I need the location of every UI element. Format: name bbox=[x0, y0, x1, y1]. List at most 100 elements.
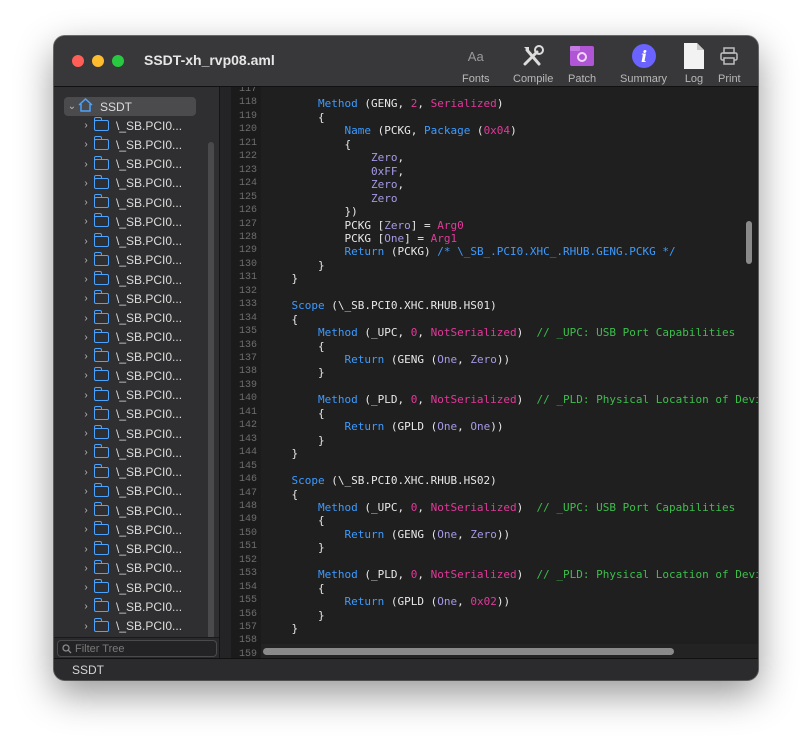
chevron-right-icon[interactable]: › bbox=[81, 178, 91, 189]
chevron-right-icon[interactable]: › bbox=[81, 601, 91, 612]
compile-button[interactable]: Compile bbox=[513, 42, 553, 85]
tree-item[interactable]: › \_SB.PCI0... bbox=[81, 116, 182, 135]
code-token: , bbox=[397, 164, 405, 178]
tree-item[interactable]: › \_SB.PCI0... bbox=[81, 232, 182, 251]
tree-item[interactable]: › \_SB.PCI0... bbox=[81, 155, 182, 174]
tree-item[interactable]: › \_SB.PCI0... bbox=[81, 463, 182, 482]
tree-item[interactable]: › \_SB.PCI0... bbox=[81, 347, 182, 366]
folder-icon bbox=[94, 174, 109, 189]
tree-item[interactable]: › \_SB.PCI0... bbox=[81, 309, 182, 328]
info-icon: i bbox=[630, 42, 658, 70]
tree-root[interactable]: ⌄ SSDT bbox=[67, 97, 132, 116]
code-token: (\_SB.PCI0.XHC.RHUB.HS01) bbox=[324, 299, 497, 313]
line-number: 137 bbox=[238, 353, 257, 364]
filter-field[interactable] bbox=[57, 640, 217, 657]
line-number: 130 bbox=[238, 258, 257, 270]
chevron-right-icon[interactable]: › bbox=[81, 120, 91, 131]
tree-item[interactable]: › \_SB.PCI0... bbox=[81, 424, 182, 443]
chevron-right-icon[interactable]: › bbox=[81, 236, 91, 247]
chevron-right-icon[interactable]: › bbox=[81, 370, 91, 381]
folder-icon bbox=[94, 251, 109, 266]
tree-item[interactable]: › \_SB.PCI0... bbox=[81, 578, 182, 597]
chevron-right-icon[interactable]: › bbox=[81, 582, 91, 593]
tree-item[interactable]: › \_SB.PCI0... bbox=[81, 366, 182, 385]
chevron-right-icon[interactable]: › bbox=[81, 332, 91, 343]
tree-item[interactable]: › \_SB.PCI0... bbox=[81, 482, 182, 501]
line-number: 136 bbox=[238, 339, 257, 351]
tree-item[interactable]: › \_SB.PCI0... bbox=[81, 135, 182, 154]
fonts-button[interactable]: Aa Fonts bbox=[462, 42, 490, 86]
chevron-right-icon[interactable]: › bbox=[81, 390, 91, 401]
chevron-right-icon[interactable]: › bbox=[81, 351, 91, 362]
tree-item[interactable]: › \_SB.PCI0... bbox=[81, 212, 182, 231]
code-line: Method (_PLD, 0, NotSerialized) // _PLD:… bbox=[265, 568, 758, 581]
tree-item[interactable]: › \_SB.PCI0... bbox=[81, 251, 182, 270]
editor-vertical-scrollbar[interactable] bbox=[746, 221, 752, 264]
tree-item[interactable]: › \_SB.PCI0... bbox=[81, 193, 182, 212]
chevron-right-icon[interactable]: › bbox=[81, 159, 91, 170]
code-token: (PCKG) bbox=[384, 245, 438, 259]
chevron-right-icon[interactable]: › bbox=[81, 524, 91, 535]
tree-item[interactable]: › \_SB.PCI0... bbox=[81, 501, 182, 520]
chevron-right-icon[interactable]: › bbox=[81, 544, 91, 555]
patch-button[interactable]: Patch bbox=[568, 42, 596, 85]
chevron-right-icon[interactable]: › bbox=[81, 505, 91, 516]
chevron-down-icon[interactable]: ⌄ bbox=[67, 101, 77, 112]
chevron-right-icon[interactable]: › bbox=[81, 313, 91, 324]
chevron-right-icon[interactable]: › bbox=[81, 255, 91, 266]
tree-item[interactable]: › \_SB.PCI0... bbox=[81, 289, 182, 308]
chevron-right-icon[interactable]: › bbox=[81, 447, 91, 458]
tree-item[interactable]: › \_SB.PCI0... bbox=[81, 270, 182, 289]
zoom-button[interactable] bbox=[112, 55, 124, 67]
tree-item-label: \_SB.PCI0... bbox=[116, 253, 183, 268]
line-number: 150 bbox=[238, 527, 257, 539]
code-line: } bbox=[265, 259, 325, 272]
chevron-right-icon[interactable]: › bbox=[81, 409, 91, 420]
close-button[interactable] bbox=[72, 55, 84, 67]
tree-item[interactable]: › \_SB.PCI0... bbox=[81, 559, 182, 578]
code-token: , bbox=[457, 353, 471, 366]
line-number: 138 bbox=[238, 366, 257, 378]
tree-item[interactable]: › \_SB.PCI0... bbox=[81, 520, 182, 539]
log-button[interactable]: Log bbox=[682, 42, 706, 85]
line-number: 125 bbox=[238, 191, 257, 203]
tree-item[interactable]: › \_SB.PCI0... bbox=[81, 174, 182, 193]
code-token: ) bbox=[496, 97, 504, 111]
filter-input[interactable] bbox=[72, 642, 208, 655]
code-token: Serialized bbox=[430, 97, 497, 111]
tree-item[interactable]: › \_SB.PCI0... bbox=[81, 540, 182, 559]
tree-item[interactable]: › \_SB.PCI0... bbox=[81, 443, 182, 462]
line-number: 159 bbox=[238, 648, 257, 658]
code-token: ] = bbox=[410, 218, 438, 232]
chevron-right-icon[interactable]: › bbox=[81, 274, 91, 285]
chevron-right-icon[interactable]: › bbox=[81, 621, 91, 632]
status-bar: SSDT bbox=[54, 658, 758, 680]
folder-icon bbox=[94, 348, 109, 362]
chevron-right-icon[interactable]: › bbox=[81, 428, 91, 439]
print-button[interactable]: Print bbox=[718, 42, 741, 85]
minimize-button[interactable] bbox=[92, 55, 104, 67]
code-editor[interactable]: Method (GENG, 2, Serialized) { Name (PCK… bbox=[261, 87, 758, 644]
chevron-right-icon[interactable]: › bbox=[81, 293, 91, 304]
code-token: Return bbox=[265, 595, 385, 609]
svg-text:i: i bbox=[640, 47, 646, 66]
code-token: Return bbox=[265, 245, 385, 259]
chevron-right-icon[interactable]: › bbox=[81, 563, 91, 574]
tree-item-label: \_SB.PCI0... bbox=[116, 157, 183, 171]
tree-item[interactable]: › \_SB.PCI0... bbox=[81, 386, 182, 405]
chevron-right-icon[interactable]: › bbox=[81, 139, 91, 150]
sidebar-scrollbar[interactable] bbox=[208, 142, 214, 637]
line-number: 134 bbox=[238, 312, 257, 324]
code-line: Method (GENG, 2, Serialized) bbox=[265, 97, 503, 110]
chevron-right-icon[interactable]: › bbox=[81, 197, 91, 208]
editor-horizontal-scrollbar[interactable] bbox=[263, 648, 674, 655]
chevron-right-icon[interactable]: › bbox=[81, 216, 91, 227]
tree-item[interactable]: › \_SB.PCI0... bbox=[81, 328, 182, 347]
tree-item[interactable]: › \_SB.PCI0... bbox=[81, 405, 182, 424]
tree-item[interactable]: › \_SB.PCI0... bbox=[81, 617, 182, 636]
tree-item[interactable]: › \_SB.PCI0... bbox=[81, 597, 182, 616]
summary-button[interactable]: i Summary bbox=[620, 42, 667, 85]
window-title: SSDT-xh_rvp08.aml bbox=[144, 52, 275, 68]
chevron-right-icon[interactable]: › bbox=[81, 486, 91, 497]
chevron-right-icon[interactable]: › bbox=[81, 467, 91, 478]
